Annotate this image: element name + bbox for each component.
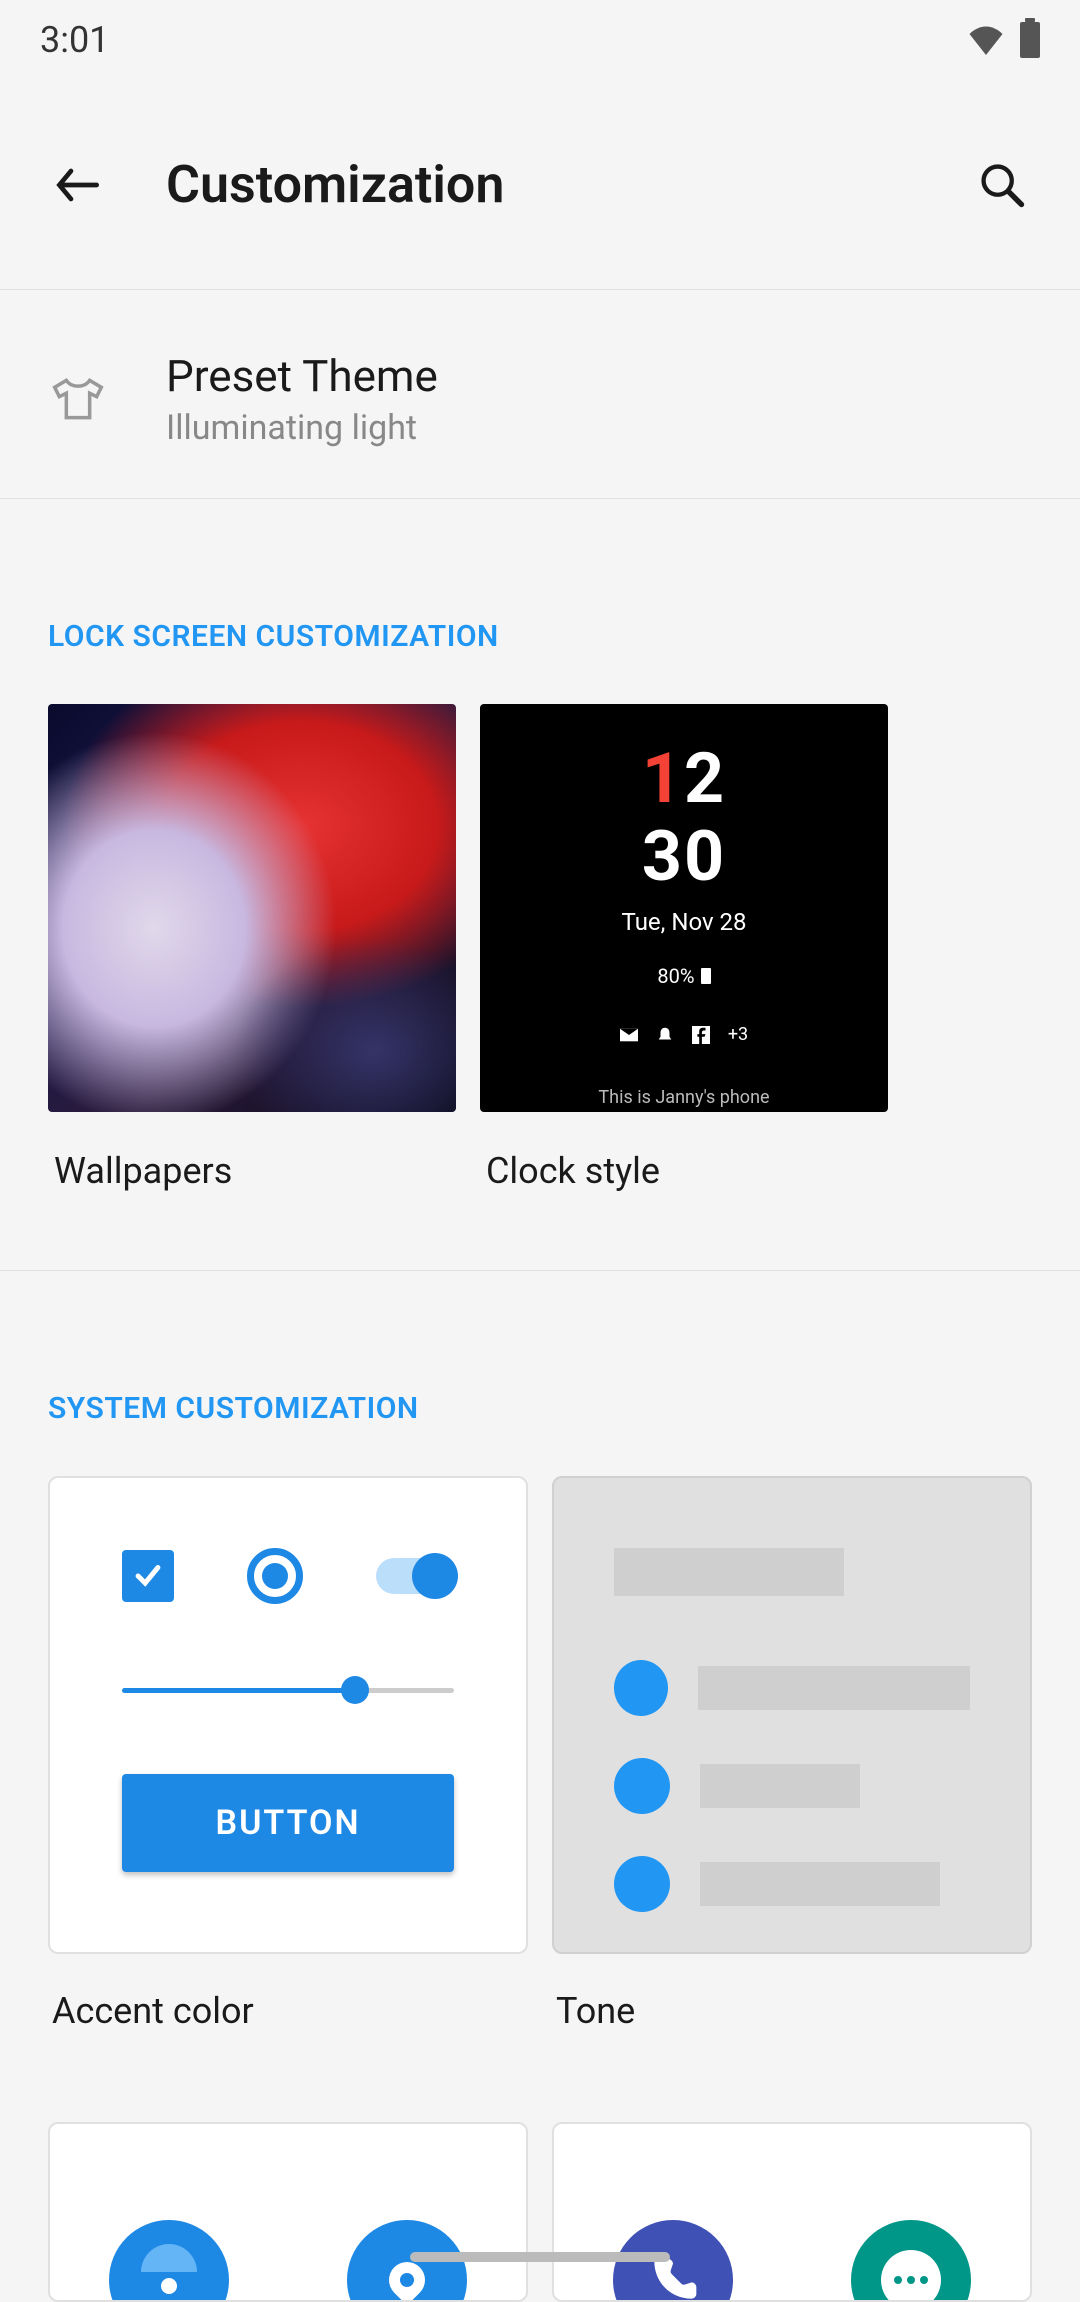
status-icons [968,22,1040,58]
tone-row [614,1660,970,1716]
back-button[interactable] [50,157,106,213]
clock-footer-text: This is Janny's phone [598,1087,769,1108]
checkbox-icon [122,1550,174,1602]
icon-pack-tile[interactable] [552,2122,1032,2302]
wallpapers-label: Wallpapers [48,1150,456,1192]
clock-extra-count: +3 [728,1024,748,1045]
chat-app-icon [851,2220,971,2302]
search-icon [976,159,1028,211]
clock-hours: 12 [642,744,726,814]
tone-label: Tone [552,1990,1032,2032]
tshirt-icon [50,371,106,427]
tone-row [614,1856,970,1912]
bell-icon [656,1026,674,1044]
slider-icon [122,1676,454,1704]
preset-theme-row[interactable]: Preset Theme Illuminating light [0,290,1080,499]
system-tiles-row2 [0,2122,1080,2302]
section-lock-screen: Lock Screen Customization [0,619,1080,654]
toggle-icon [376,1558,454,1594]
wallpapers-tile[interactable]: Wallpapers [48,704,456,1192]
status-time: 3:01 [40,19,109,61]
wallpaper-preview [48,704,456,1112]
wifi-app-icon [109,2220,229,2302]
system-tiles: Button Accent color Tone [0,1476,1080,2032]
tone-row [614,1758,970,1814]
accent-color-label: Accent color [48,1990,528,2032]
tone-preview [552,1476,1032,1954]
section-system: System Customization [0,1391,1080,1426]
clock-notification-icons: +3 [620,1024,748,1045]
button-demo: Button [122,1774,454,1872]
clock-style-label: Clock style [480,1150,888,1192]
preset-subtitle: Illuminating light [166,408,438,448]
lock-screen-tiles: Wallpapers 12 30 Tue, Nov 28 80% +3 This… [0,704,1080,1192]
arrow-left-icon [50,157,106,213]
app-header: Customization [0,80,1080,290]
accent-preview: Button [48,1476,528,1954]
preset-title: Preset Theme [166,350,438,402]
facebook-icon [692,1026,710,1044]
wifi-icon [968,25,1004,55]
status-bar: 3:01 [0,0,1080,80]
battery-icon [1020,22,1040,58]
accent-color-tile[interactable]: Button Accent color [48,1476,528,2032]
clock-preview: 12 30 Tue, Nov 28 80% +3 This is Janny's… [480,704,888,1112]
search-button[interactable] [974,157,1030,213]
tone-tile[interactable]: Tone [552,1476,1032,2032]
mail-icon [620,1026,638,1044]
preset-texts: Preset Theme Illuminating light [166,350,438,448]
clock-style-tile[interactable]: 12 30 Tue, Nov 28 80% +3 This is Janny's… [480,704,888,1192]
radio-icon [247,1548,303,1604]
clock-date: Tue, Nov 28 [621,908,746,936]
nav-handle[interactable] [410,2252,670,2262]
page-title: Customization [166,154,914,215]
shape-tile[interactable] [48,2122,528,2302]
clock-minutes: 30 [642,822,726,892]
clock-battery: 80% [657,964,710,988]
tone-placeholder [614,1548,844,1596]
